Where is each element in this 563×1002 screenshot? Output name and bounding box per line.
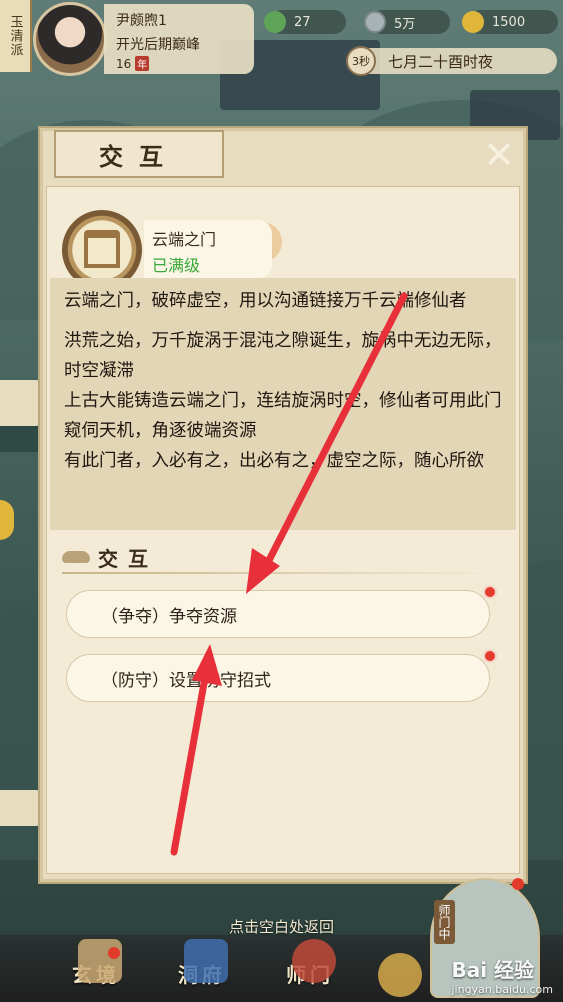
notification-dot — [108, 947, 120, 959]
description-scroll-box[interactable]: 云端之门，破碎虚空，用以沟通链接万千云端修仙者 洪荒之始，万千旋涡于混沌之隙诞生… — [50, 278, 516, 530]
gold-ingot-value: 1500 — [492, 14, 526, 30]
action-label: （争夺）争夺资源 — [101, 606, 237, 627]
building-status: 已满级 — [152, 256, 201, 275]
notification-dot — [483, 585, 497, 599]
silver-coin-value: 5万 — [394, 16, 416, 32]
player-realm: 开光后期巅峰 — [116, 37, 200, 53]
building-name-card: 云端之门 已满级 — [144, 220, 272, 278]
side-panel-fragment — [0, 426, 40, 452]
sect-badge[interactable]: 玉清派 — [0, 0, 32, 72]
player-info-card[interactable]: 尹颇煦1 开光后期巅峰 16 年 — [104, 4, 254, 74]
notification-dot — [512, 878, 524, 890]
game-time-bar[interactable]: 3秒 七月二十酉时夜 — [346, 46, 557, 76]
nav-shimen[interactable]: 师门 — [286, 939, 336, 988]
age-seal-icon: 年 — [135, 56, 150, 71]
master-sect-label: 师门中 — [434, 900, 455, 944]
cloud-icon — [62, 551, 90, 563]
side-panel-fragment — [0, 380, 40, 426]
interaction-dialog: 交互 ✕ 云端之门 已满级 云端之门，破碎虚空，用以沟通链接万千云端修仙者 洪荒… — [38, 126, 528, 884]
leaf-icon — [264, 11, 286, 33]
description-paragraph: 洪荒之始，万千旋涡于混沌之隙诞生，旋涡中无边无际，时空凝滞 — [64, 331, 502, 381]
contest-resources-button[interactable]: （争夺）争夺资源 — [66, 585, 497, 638]
section-divider — [62, 572, 502, 574]
player-name: 尹颇煦1 — [116, 13, 167, 29]
player-avatar[interactable] — [33, 2, 107, 76]
gold-ingot-counter[interactable]: 1500 — [462, 10, 558, 34]
leaf-currency-value: 27 — [294, 14, 311, 30]
gold-ingot-icon — [462, 11, 484, 33]
player-age: 16 年 — [116, 56, 150, 71]
watermark-url: jingyan.baidu.com — [451, 983, 553, 996]
silver-coin-counter[interactable]: 5万 — [364, 10, 450, 34]
player-age-value: 16 — [116, 57, 132, 71]
close-icon[interactable]: ✕ — [478, 136, 520, 178]
dialog-title: 交互 — [54, 130, 224, 178]
description-paragraph: 有此门者，入必有之，出必有之，虚空之际，随心所欲 — [64, 451, 484, 471]
top-hud: 玉清派 尹颇煦1 开光后期巅峰 16 年 27 5万 1500 3秒 七月二十酉时… — [0, 0, 563, 78]
building-name: 云端之门 — [152, 230, 217, 249]
nav-xuanjing[interactable]: 玄境 — [72, 939, 122, 988]
gourd-icon — [292, 939, 336, 983]
side-panel-fragment — [0, 790, 40, 826]
section-title: 交互 — [98, 546, 158, 571]
game-time-label: 七月二十酉时夜 — [388, 52, 494, 71]
leaf-currency-counter[interactable]: 27 — [264, 10, 346, 34]
description-paragraph: 云端之门，破碎虚空，用以沟通链接万千云端修仙者 — [64, 291, 467, 311]
cave-icon — [184, 939, 228, 983]
time-countdown: 3秒 — [346, 46, 376, 76]
notification-dot — [483, 649, 497, 663]
set-defense-button[interactable]: （防守）设置防守招式 — [66, 649, 497, 702]
coin-icon — [364, 11, 386, 33]
new-badge-icon — [378, 953, 422, 997]
baidu-jingyan-watermark: Bai 经验 jingyan.baidu.com — [451, 954, 553, 996]
description-paragraph: 上古大能铸造云端之门，连结旋涡时空，修仙者可用此门窥伺天机，角逐彼端资源 — [64, 391, 502, 441]
scroll-icon — [78, 939, 122, 983]
interaction-section-header: 交互 — [62, 542, 158, 572]
nav-dongfu[interactable]: 洞府 — [178, 939, 228, 988]
watermark-brand: Bai 经验 — [451, 958, 535, 982]
action-label: （防守）设置防守招式 — [101, 670, 271, 691]
